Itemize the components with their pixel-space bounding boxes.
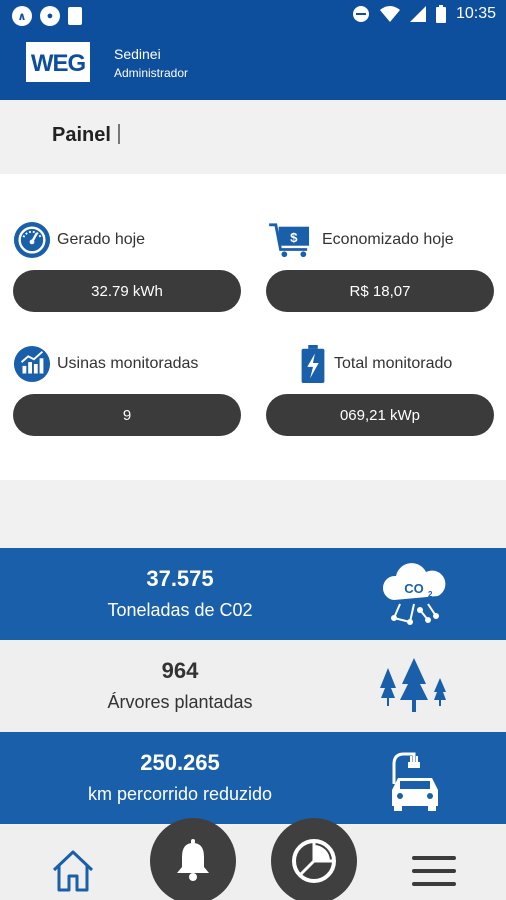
stat-header: Total monitorado — [266, 344, 452, 384]
eco-card-trees: 964 Árvores plantadas — [0, 640, 506, 732]
chart-growth-icon — [13, 345, 51, 383]
reports-button[interactable] — [271, 818, 357, 900]
title-cursor — [117, 124, 120, 144]
status-bar: ∧ ● 10:35 — [0, 0, 506, 32]
battery-bolt-icon — [301, 345, 325, 383]
app-notification-icon: ∧ — [12, 6, 32, 26]
stat-value: 069,21 kWp — [266, 394, 494, 436]
eco-label: Árvores plantadas — [107, 692, 253, 712]
stat-value: R$ 18,07 — [266, 270, 494, 312]
menu-icon[interactable] — [410, 854, 458, 888]
stat-header: Usinas monitoradas — [13, 344, 198, 384]
do-not-disturb-icon — [352, 6, 369, 22]
battery-icon — [435, 5, 446, 23]
bottom-navigation — [0, 818, 506, 900]
svg-text:2: 2 — [428, 590, 433, 599]
stat-header: Gerado hoje — [13, 220, 145, 260]
notification-icons: ∧ ● — [12, 6, 82, 26]
stat-label: Gerado hoje — [57, 231, 146, 248]
cart-dollar-icon: $ — [269, 223, 310, 258]
stat-header: $ Economizado hoje — [266, 220, 454, 260]
weg-logo: WEG — [26, 42, 90, 82]
eco-label: Toneladas de C02 — [107, 600, 253, 620]
user-role: Administrador — [114, 66, 189, 80]
notifications-button[interactable] — [150, 818, 236, 900]
page-title-text: Painel — [52, 124, 111, 146]
svg-text:$: $ — [290, 230, 298, 245]
co2-cloud-icon: CO 2 — [382, 563, 446, 625]
stat-label: Economizado hoje — [322, 231, 454, 248]
clock: 10:35 — [455, 5, 496, 22]
user-name: Sedinei — [114, 46, 161, 62]
system-icons: 10:35 — [352, 5, 496, 23]
stats-panel: Gerado hoje 32.79 kWh $ Economizado hoje… — [0, 174, 506, 480]
eco-value: 37.575 — [146, 566, 214, 591]
eco-label: km percorrido reduzido — [87, 784, 273, 804]
pie-chart-icon — [292, 839, 336, 883]
page-title: Painel — [52, 124, 120, 147]
svg-text:CO: CO — [404, 581, 424, 596]
electric-car-icon — [392, 752, 438, 811]
sync-notification-icon: ● — [40, 6, 60, 26]
gauge-icon — [13, 221, 51, 259]
eco-value: 250.265 — [140, 750, 220, 775]
signal-icon — [409, 6, 426, 22]
stat-value: 9 — [13, 394, 241, 436]
trees-icon — [380, 658, 446, 712]
eco-card-co2: 37.575 Toneladas de C02 CO 2 — [0, 548, 506, 640]
home-icon[interactable] — [50, 848, 96, 894]
stat-label: Total monitorado — [334, 355, 453, 372]
eco-card-km: 250.265 km percorrido reduzido — [0, 732, 506, 824]
bell-icon — [177, 839, 209, 881]
app-bar: WEG Sedinei Administrador — [0, 32, 506, 100]
stat-value: 32.79 kWh — [13, 270, 241, 312]
wifi-icon — [379, 6, 400, 22]
title-bar: Painel — [0, 100, 506, 174]
stat-label: Usinas monitoradas — [57, 355, 199, 372]
svg-text:WEG: WEG — [31, 50, 86, 77]
eco-value: 964 — [161, 658, 199, 683]
sd-card-icon — [68, 7, 82, 25]
